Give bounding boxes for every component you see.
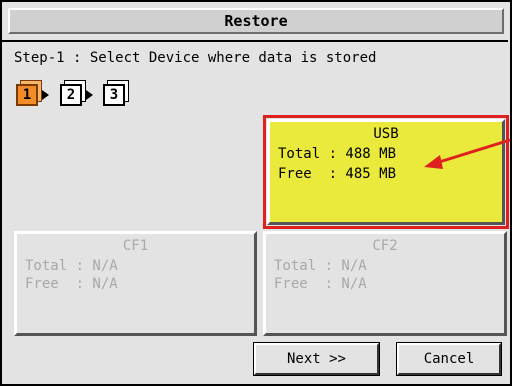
annotation-arrow-icon xyxy=(424,138,511,169)
